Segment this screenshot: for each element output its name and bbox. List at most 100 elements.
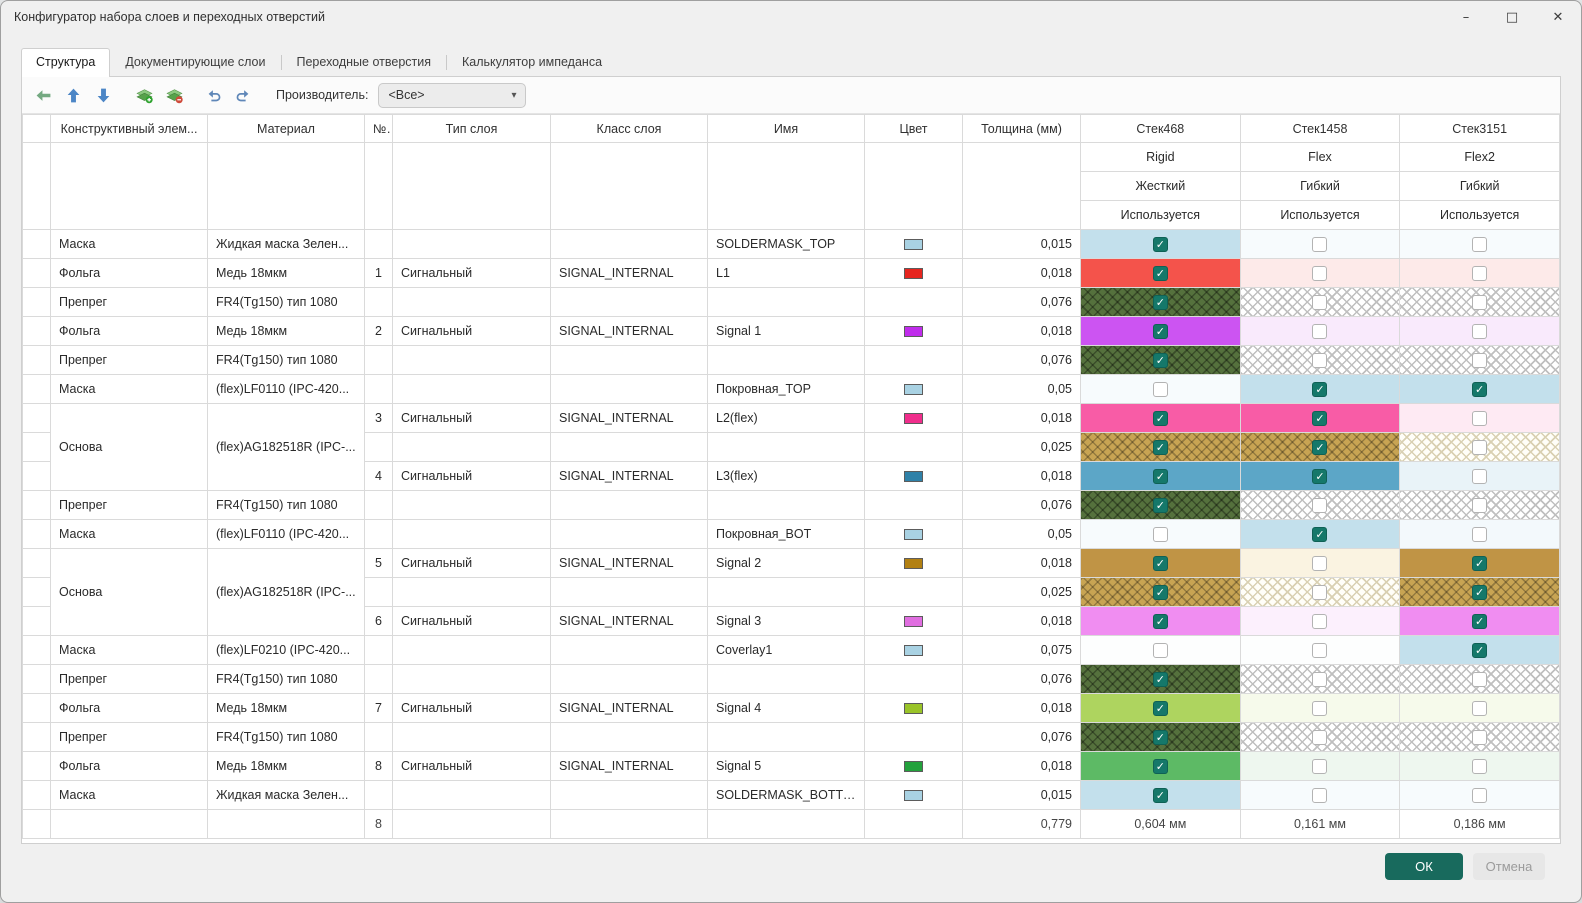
stack-usage-cell[interactable]: ✓ xyxy=(1080,461,1241,491)
layer-used-checkbox[interactable]: ✓ xyxy=(1152,439,1168,455)
layer-name-cell[interactable] xyxy=(707,577,865,607)
stack-usage-cell[interactable]: ✓ xyxy=(1239,374,1401,404)
row-selector-cell[interactable] xyxy=(22,548,51,578)
layer-used-checkbox[interactable]: ✓ xyxy=(1152,787,1168,803)
layer-name-cell[interactable]: Покровная_BOT xyxy=(707,519,865,549)
layer-name-cell[interactable]: Signal 2 xyxy=(707,548,865,578)
layer-used-checkbox[interactable] xyxy=(1472,671,1488,687)
layer-used-checkbox[interactable] xyxy=(1472,323,1488,339)
layer-type-cell[interactable] xyxy=(392,490,551,520)
thickness-cell[interactable]: 0,05 xyxy=(962,519,1081,549)
layer-name-cell[interactable] xyxy=(707,490,865,520)
layer-type-cell[interactable] xyxy=(392,780,551,810)
layer-used-checkbox[interactable]: ✓ xyxy=(1152,584,1168,600)
thickness-cell[interactable]: 0,018 xyxy=(962,461,1081,491)
color-swatch[interactable] xyxy=(904,761,923,773)
layer-used-checkbox[interactable]: ✓ xyxy=(1472,642,1488,658)
stack-usage-cell[interactable]: ✓ xyxy=(1080,780,1241,810)
layer-class-cell[interactable]: SIGNAL_INTERNAL xyxy=(550,548,708,578)
tab-vias[interactable]: Переходные отверстия xyxy=(282,48,447,77)
stack-usage-cell[interactable] xyxy=(1080,519,1241,549)
layer-name-cell[interactable]: L3(flex) xyxy=(707,461,865,491)
element-cell[interactable]: Препрег xyxy=(50,664,208,694)
material-cell[interactable]: FR4(Tg150) тип 1080 xyxy=(207,287,365,317)
stack-usage-cell[interactable]: ✓ xyxy=(1399,635,1560,665)
row-selector-cell[interactable] xyxy=(22,606,51,636)
stack-usage-cell[interactable]: ✓ xyxy=(1239,461,1401,491)
layer-class-cell[interactable]: SIGNAL_INTERNAL xyxy=(550,316,708,346)
element-cell[interactable]: Маска xyxy=(50,374,208,404)
stack-usage-cell[interactable]: ✓ xyxy=(1080,490,1241,520)
row-selector-cell[interactable] xyxy=(22,722,51,752)
layer-used-checkbox[interactable] xyxy=(1472,439,1488,455)
element-cell[interactable]: Препрег xyxy=(50,490,208,520)
color-cell[interactable] xyxy=(864,490,963,520)
color-cell[interactable] xyxy=(864,287,963,317)
stack-usage-cell[interactable] xyxy=(1239,693,1401,723)
thickness-cell[interactable]: 0,076 xyxy=(962,664,1081,694)
element-cell[interactable]: Препрег xyxy=(50,722,208,752)
layer-used-checkbox[interactable]: ✓ xyxy=(1472,584,1488,600)
color-cell[interactable] xyxy=(864,722,963,752)
color-cell[interactable] xyxy=(864,664,963,694)
layer-used-checkbox[interactable] xyxy=(1152,381,1168,397)
move-layer-up-button[interactable] xyxy=(60,82,87,109)
layer-used-checkbox[interactable]: ✓ xyxy=(1152,265,1168,281)
row-selector-cell[interactable] xyxy=(22,664,51,694)
layer-used-checkbox[interactable] xyxy=(1472,497,1488,513)
stack-usage-cell[interactable] xyxy=(1239,664,1401,694)
color-cell[interactable] xyxy=(864,229,963,259)
layer-type-cell[interactable]: Сигнальный xyxy=(392,606,551,636)
color-cell[interactable] xyxy=(864,519,963,549)
thickness-cell[interactable]: 0,018 xyxy=(962,606,1081,636)
layer-type-cell[interactable]: Сигнальный xyxy=(392,461,551,491)
layer-class-cell[interactable]: SIGNAL_INTERNAL xyxy=(550,693,708,723)
stack-usage-cell[interactable]: ✓ xyxy=(1080,548,1241,578)
stack-usage-cell[interactable]: ✓ xyxy=(1080,345,1241,375)
layer-used-checkbox[interactable]: ✓ xyxy=(1152,323,1168,339)
stack-usage-cell[interactable] xyxy=(1399,751,1560,781)
thickness-cell[interactable]: 0,076 xyxy=(962,490,1081,520)
material-cell[interactable]: Медь 18мкм xyxy=(207,316,365,346)
layer-used-checkbox[interactable] xyxy=(1312,729,1328,745)
stack-usage-cell[interactable]: ✓ xyxy=(1399,374,1560,404)
stack-usage-cell[interactable] xyxy=(1080,635,1241,665)
stack-usage-cell[interactable] xyxy=(1399,780,1560,810)
element-cell[interactable]: Фольга xyxy=(50,693,208,723)
layer-type-cell[interactable]: Сигнальный xyxy=(392,751,551,781)
layer-used-checkbox[interactable]: ✓ xyxy=(1152,758,1168,774)
layer-class-cell[interactable] xyxy=(550,635,708,665)
layer-used-checkbox[interactable] xyxy=(1152,526,1168,542)
stack-usage-cell[interactable] xyxy=(1239,548,1401,578)
stack-usage-cell[interactable]: ✓ xyxy=(1399,577,1560,607)
layer-used-checkbox[interactable]: ✓ xyxy=(1312,526,1328,542)
layer-class-cell[interactable]: SIGNAL_INTERNAL xyxy=(550,461,708,491)
redo-button[interactable] xyxy=(230,82,257,109)
row-selector-cell[interactable] xyxy=(22,287,51,317)
layer-used-checkbox[interactable]: ✓ xyxy=(1472,381,1488,397)
layer-used-checkbox[interactable] xyxy=(1472,787,1488,803)
stack-usage-cell[interactable] xyxy=(1239,316,1401,346)
layer-class-cell[interactable] xyxy=(550,374,708,404)
stack-usage-cell[interactable] xyxy=(1239,751,1401,781)
layer-class-cell[interactable] xyxy=(550,432,708,462)
color-cell[interactable] xyxy=(864,345,963,375)
layer-used-checkbox[interactable]: ✓ xyxy=(1152,468,1168,484)
layer-name-cell[interactable]: Покровная_TOP xyxy=(707,374,865,404)
layer-used-checkbox[interactable] xyxy=(1472,352,1488,368)
material-cell[interactable]: Медь 18мкм xyxy=(207,693,365,723)
layer-type-cell[interactable] xyxy=(392,519,551,549)
layer-used-checkbox[interactable] xyxy=(1312,497,1328,513)
layer-used-checkbox[interactable] xyxy=(1312,584,1328,600)
layer-used-checkbox[interactable]: ✓ xyxy=(1152,729,1168,745)
thickness-cell[interactable]: 0,025 xyxy=(962,432,1081,462)
stack-usage-cell[interactable]: ✓ xyxy=(1080,751,1241,781)
layer-used-checkbox[interactable] xyxy=(1152,642,1168,658)
material-cell[interactable]: (flex)AG182518R (IPC-... xyxy=(207,403,365,491)
stack-usage-cell[interactable] xyxy=(1239,229,1401,259)
layer-used-checkbox[interactable] xyxy=(1472,410,1488,426)
element-cell[interactable]: Маска xyxy=(50,229,208,259)
thickness-cell[interactable]: 0,018 xyxy=(962,693,1081,723)
minimize-button[interactable]: – xyxy=(1443,1,1489,33)
stack-usage-cell[interactable]: ✓ xyxy=(1239,432,1401,462)
